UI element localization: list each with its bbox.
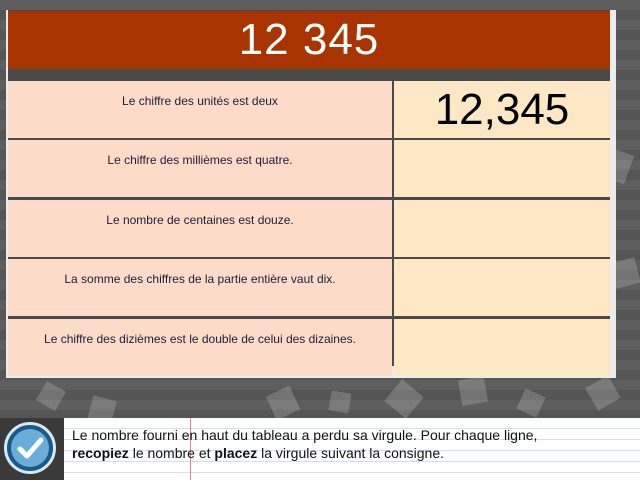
row-instruction: Le chiffre des unités est deux [8,81,392,138]
answer-cell[interactable]: 12,345 [394,81,610,138]
table-row: Le chiffre des unités est deux 12,345 [8,81,610,138]
table-row: Le chiffre des dizièmes est le double de… [8,319,610,376]
instruction-line1: Le nombre fourni en haut du tableau a pe… [72,427,538,443]
checkmark-icon [11,429,49,467]
decor-square [328,390,352,414]
row-instruction: La somme des chiffres de la partie entiè… [8,259,392,316]
instruction-text: Le nombre fourni en haut du tableau a pe… [72,426,632,462]
instruction-mid: le nombre et [128,445,215,461]
validate-button[interactable] [4,422,56,474]
row-instruction: Le nombre de centaines est douze. [8,200,392,257]
decor-square [457,375,489,407]
table-row: Le nombre de centaines est douze. [8,200,610,257]
instruction-end: la virgule suivant la consigne. [257,445,445,461]
table-row: Le chiffre des millièmes est quatre. [8,140,610,197]
row-instruction: Le chiffre des millièmes est quatre. [8,140,392,197]
answer-cell[interactable] [394,200,610,257]
row-instruction: Le chiffre des dizièmes est le double de… [8,319,392,376]
answer-cell[interactable] [394,259,610,316]
instruction-bold-placez: placez [214,445,258,461]
answer-cell[interactable] [394,140,610,197]
number-header: 12 345 [8,11,610,69]
table-row: La somme des chiffres de la partie entiè… [8,259,610,316]
instruction-bold-recopiez: recopiez [72,445,129,461]
answer-cell[interactable] [394,319,610,376]
